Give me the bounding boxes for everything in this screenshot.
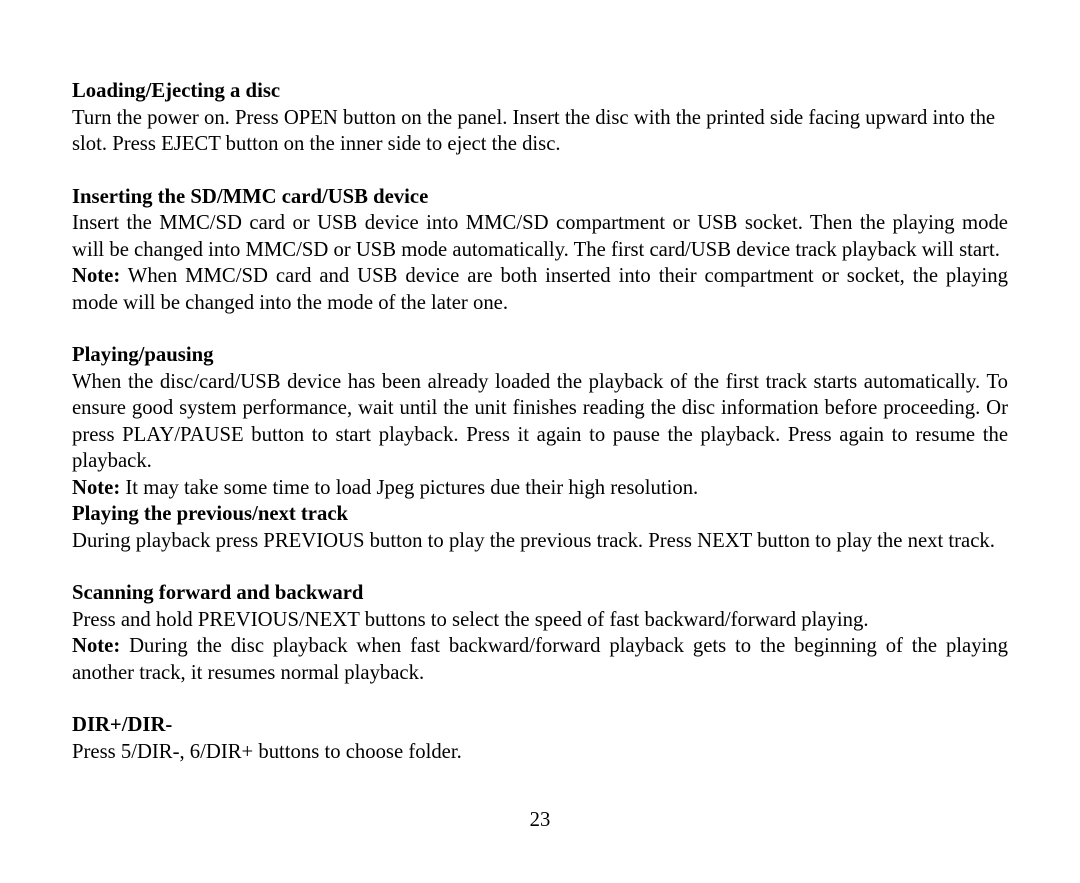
- note-label: Note:: [72, 265, 120, 287]
- document-page: Loading/Ejecting a disc Turn the power o…: [0, 0, 1080, 883]
- section-playing: Playing/pausing When the disc/card/USB d…: [72, 342, 1008, 501]
- section-prevnext: Playing the previous/next track During p…: [72, 501, 1008, 554]
- body-playing: When the disc/card/USB device has been a…: [72, 369, 1008, 475]
- note-inserting-text: When MMC/SD card and USB device are both…: [72, 265, 1008, 314]
- note-scanning-text: During the disc playback when fast backw…: [72, 635, 1008, 684]
- section-scanning: Scanning forward and backward Press and …: [72, 580, 1008, 686]
- section-loading: Loading/Ejecting a disc Turn the power o…: [72, 78, 1008, 158]
- body-inserting: Insert the MMC/SD card or USB device int…: [72, 210, 1008, 263]
- heading-inserting: Inserting the SD/MMC card/USB device: [72, 184, 1008, 211]
- note-playing: Note: It may take some time to load Jpeg…: [72, 475, 1008, 502]
- heading-scanning: Scanning forward and backward: [72, 580, 1008, 607]
- note-scanning: Note: During the disc playback when fast…: [72, 633, 1008, 686]
- section-dir: DIR+/DIR- Press 5/DIR-, 6/DIR+ buttons t…: [72, 712, 1008, 765]
- page-number: 23: [0, 807, 1080, 834]
- note-label: Note:: [72, 477, 120, 499]
- heading-dir: DIR+/DIR-: [72, 712, 1008, 739]
- body-prevnext: During playback press PREVIOUS button to…: [72, 528, 1008, 555]
- body-scanning: Press and hold PREVIOUS/NEXT buttons to …: [72, 607, 1008, 634]
- note-label: Note:: [72, 635, 120, 657]
- note-inserting: Note: When MMC/SD card and USB device ar…: [72, 263, 1008, 316]
- body-loading: Turn the power on. Press OPEN button on …: [72, 105, 1008, 158]
- heading-loading: Loading/Ejecting a disc: [72, 78, 1008, 105]
- note-playing-text: It may take some time to load Jpeg pictu…: [120, 477, 698, 499]
- heading-playing: Playing/pausing: [72, 342, 1008, 369]
- body-dir: Press 5/DIR-, 6/DIR+ buttons to choose f…: [72, 739, 1008, 766]
- section-inserting: Inserting the SD/MMC card/USB device Ins…: [72, 184, 1008, 317]
- heading-prevnext: Playing the previous/next track: [72, 501, 1008, 528]
